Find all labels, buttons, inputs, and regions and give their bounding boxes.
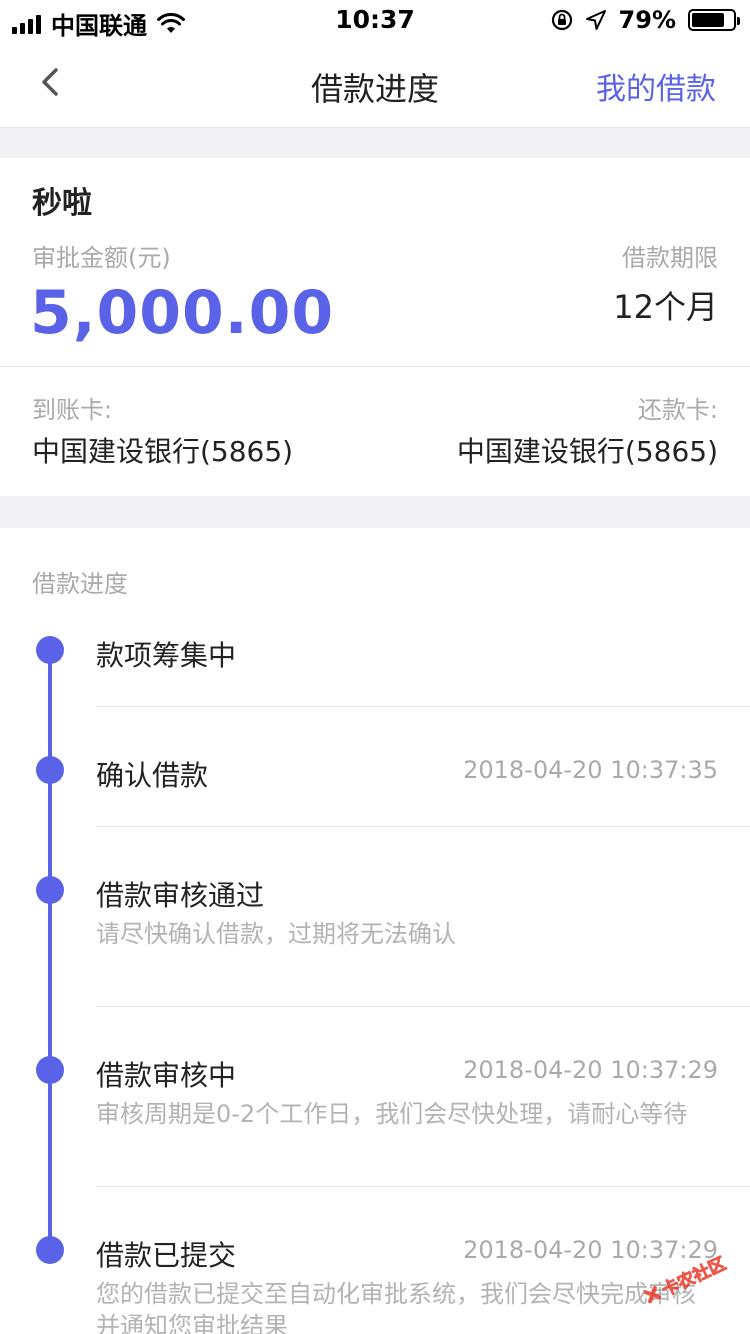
rotation-lock-icon (551, 9, 572, 31)
step-title: 确认借款 (96, 759, 209, 792)
step-description: 请尽快确认借款，过期将无法确认 (96, 920, 456, 948)
battery-icon (688, 9, 740, 31)
loan-term: 12个月 (613, 288, 718, 326)
location-arrow-icon (585, 10, 606, 30)
step-title: 借款审核中 (96, 1059, 237, 1092)
watermark-logo: 卡农社区 (643, 1253, 730, 1304)
step-title: 借款审核通过 (96, 879, 265, 912)
approved-amount-label: 审批金额(元) (32, 244, 171, 272)
divider (96, 706, 750, 707)
repay-card: 中国建设银行(5865) (456, 435, 718, 468)
step-description: 审核周期是0-2个工作日，我们会尽快处理，请耐心等待 (96, 1100, 688, 1128)
approved-amount: 5,000.00 (30, 278, 335, 348)
loan-summary-card: 秒啦 审批金额(元) 5,000.00 借款期限 12个月 到账卡: 中国建设银… (0, 158, 750, 496)
step-title: 借款已提交 (96, 1239, 237, 1272)
battery-percent: 79% (618, 6, 676, 34)
repay-card-label: 还款卡: (637, 396, 718, 424)
divider (96, 826, 750, 827)
watermark-text: 卡农社区 (659, 1253, 730, 1301)
step-time: 2018-04-20 10:37:35 (463, 756, 718, 784)
timeline-dot (36, 1236, 64, 1264)
section-title: 借款进度 (32, 570, 128, 598)
divider (96, 1186, 750, 1187)
product-name: 秒啦 (32, 186, 92, 221)
loan-term-label: 借款期限 (622, 244, 718, 272)
step-title: 款项筹集中 (96, 639, 237, 672)
loan-progress-card: 借款进度 款项筹集中 确认借款 2018-04-20 10:37:35 借款审核… (0, 528, 750, 1334)
battery-fill (692, 13, 724, 27)
nav-bar: 借款进度 我的借款 (0, 40, 750, 128)
divider (96, 1006, 750, 1007)
timeline-dot (36, 636, 64, 664)
status-right: 79% (551, 6, 740, 34)
step-description: 您的借款已提交至自动化审批系统，我们会尽快完成审核并通知您审批结果 (96, 1280, 696, 1334)
step-time: 2018-04-20 10:37:29 (463, 1056, 718, 1084)
timeline-dot (36, 756, 64, 784)
timeline-dot (36, 876, 64, 904)
my-loans-link[interactable]: 我的借款 (596, 64, 716, 108)
status-bar: 中国联通 10:37 79% (0, 0, 750, 40)
timeline-dot (36, 1056, 64, 1084)
receive-card: 中国建设银行(5865) (32, 435, 294, 468)
receive-card-label: 到账卡: (32, 396, 113, 424)
divider (0, 366, 750, 367)
timeline-line (48, 650, 52, 1250)
